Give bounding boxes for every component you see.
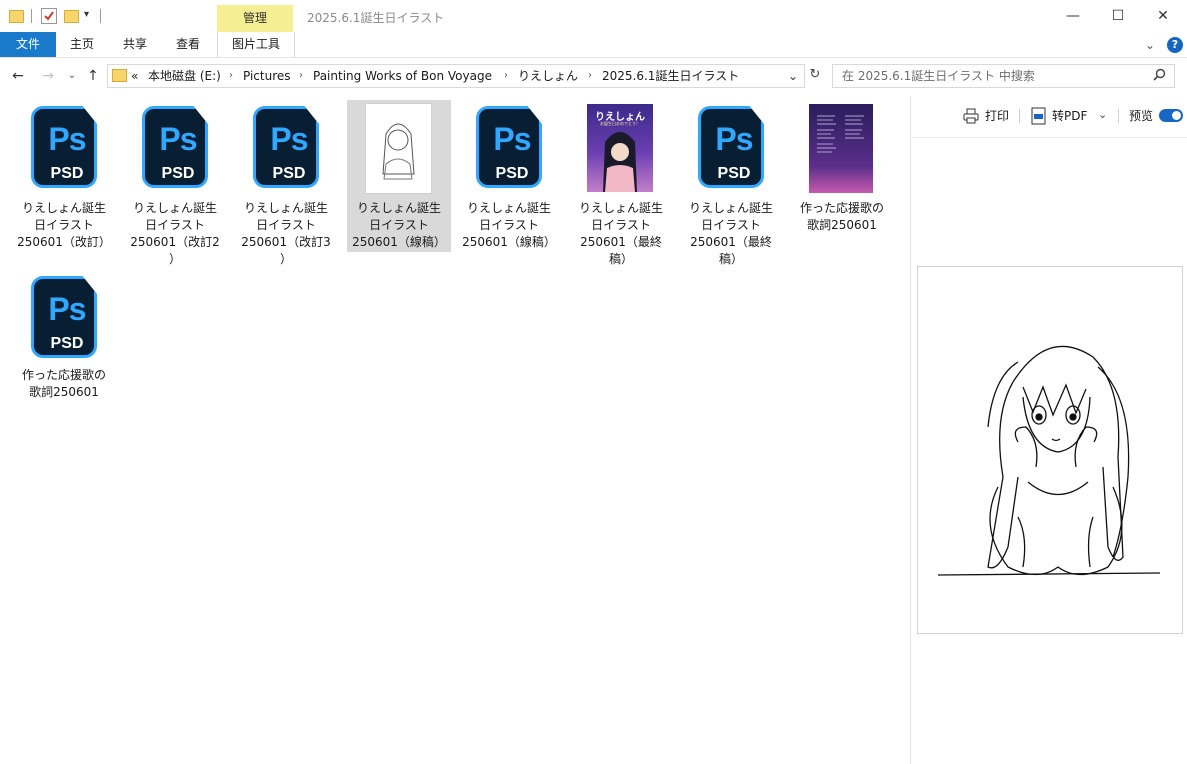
breadcrumb-current-folder[interactable]: 2025.6.1誕生日イラスト <box>602 67 739 85</box>
photoshop-file-icon: Ps PSD <box>253 106 319 188</box>
preview-toolbar-divider <box>912 137 1187 138</box>
minimize-button[interactable]: — <box>1050 0 1096 32</box>
breadcrumb-painting-works[interactable]: Painting Works of Bon Voyage <box>313 67 492 85</box>
pane-divider[interactable] <box>910 96 911 764</box>
photoshop-file-icon: Ps PSD <box>698 106 764 188</box>
file-name: 作った応援歌の 歌詞250601 <box>21 368 106 399</box>
breadcrumb-separator-icon[interactable]: › <box>299 67 303 85</box>
tab-picture-tools[interactable]: 图片工具 <box>217 32 295 57</box>
tab-view[interactable]: 查看 <box>168 32 208 57</box>
breadcrumb-rieshon[interactable]: りえしょん <box>518 67 578 85</box>
context-tab-manage[interactable]: 管理 <box>217 5 293 32</box>
file-item[interactable]: Ps PSD りえしょん誕生 日イラスト 250601（線稿） <box>457 100 561 268</box>
preview-label: 预览 <box>1129 109 1154 123</box>
toolbar-separator <box>100 9 101 23</box>
print-button[interactable]: 打印 <box>985 107 1009 125</box>
breadcrumb-separator-icon[interactable]: › <box>588 67 592 85</box>
customize-quick-access-icon[interactable]: ▾ <box>84 9 89 20</box>
file-item[interactable]: Ps PSD 作った応援歌の 歌詞250601 <box>12 270 116 410</box>
file-item[interactable]: Ps PSD りえしょん誕生 日イラスト 250601（改訂2） <box>123 100 227 268</box>
file-item[interactable]: Ps PSD りえしょん誕生 日イラスト 250601（改訂） <box>12 100 116 268</box>
file-name: りえしょん誕生 日イラスト 250601（最終 稿） <box>578 201 663 266</box>
file-name: りえしょん誕生 日イラスト 250601（線稿） <box>462 201 556 249</box>
breadcrumb-overflow[interactable]: « <box>131 67 138 85</box>
search-placeholder: 在 2025.6.1誕生日イラスト 中搜索 <box>842 69 1035 83</box>
tab-home[interactable]: 主页 <box>62 32 102 57</box>
breadcrumb-separator-icon[interactable]: › <box>229 67 233 85</box>
window-title: 2025.6.1誕生日イラスト <box>307 11 445 25</box>
lineart-thumbnail <box>365 103 432 194</box>
toolbar-separator <box>31 9 32 23</box>
tab-share[interactable]: 共享 <box>115 32 155 57</box>
file-item[interactable]: Ps PSD りえしょん誕生 日イラスト 250601（改訂3） <box>234 100 338 268</box>
file-name: りえしょん誕生 日イラスト 250601（最終 稿） <box>688 201 773 266</box>
tab-file[interactable]: 文件 <box>0 32 56 57</box>
toolbar-separator <box>1118 109 1119 123</box>
photoshop-file-icon: Ps PSD <box>142 106 208 188</box>
search-icon[interactable] <box>1153 68 1166 84</box>
convert-to-pdf-button[interactable]: 转PDF <box>1052 107 1087 125</box>
maximize-button[interactable]: ☐ <box>1095 0 1141 32</box>
forward-arrow-icon[interactable]: → <box>38 66 58 86</box>
toolbar-separator <box>1019 109 1020 123</box>
refresh-icon[interactable]: ↻ <box>806 66 824 84</box>
preview-toggle[interactable] <box>1159 109 1183 122</box>
file-name: 作った応援歌の 歌詞250601 <box>799 201 884 232</box>
illustration-thumbnail: りえしょん お誕生日おめでとう！ <box>587 104 653 192</box>
file-item[interactable]: りえしょん お誕生日おめでとう！ りえしょん誕生 日イラスト 250601（最終 稿） <box>569 100 673 268</box>
breadcrumb-drive[interactable]: 本地磁盘 (E:) <box>148 67 221 85</box>
file-item[interactable]: 作った応援歌の 歌詞250601 <box>790 100 894 268</box>
address-history-chevron-icon[interactable]: ⌄ <box>788 67 798 85</box>
new-folder-icon[interactable] <box>64 10 79 23</box>
folder-icon[interactable] <box>9 10 24 23</box>
photoshop-file-icon: Ps PSD <box>476 106 542 188</box>
properties-icon[interactable] <box>41 8 57 24</box>
file-item[interactable]: Ps PSD りえしょん誕生 日イラスト 250601（最終 稿） <box>679 100 783 268</box>
title-bar <box>0 0 1187 32</box>
pdf-convert-icon[interactable] <box>1031 107 1047 128</box>
recent-locations-chevron-icon[interactable]: ⌄ <box>62 66 82 86</box>
photoshop-file-icon: Ps PSD <box>31 106 97 188</box>
file-item-selected[interactable]: りえしょん誕生 日イラスト 250601（線稿） <box>347 100 451 252</box>
file-name: りえしょん誕生 日イラスト 250601（改訂） <box>17 201 111 249</box>
folder-icon <box>112 69 127 82</box>
breadcrumb-pictures[interactable]: Pictures <box>243 67 291 85</box>
search-input[interactable]: 在 2025.6.1誕生日イラスト 中搜索 <box>832 64 1175 88</box>
breadcrumb-separator-icon[interactable]: › <box>504 67 508 85</box>
expand-ribbon-chevron-icon[interactable]: ⌄ <box>1145 38 1155 52</box>
file-name: りえしょん誕生 日イラスト 250601（改訂2） <box>130 201 220 266</box>
close-button[interactable]: ✕ <box>1140 0 1186 32</box>
preview-image <box>917 266 1183 634</box>
photoshop-file-icon: Ps PSD <box>31 276 97 358</box>
file-name: りえしょん誕生 日イラスト 250601（線稿） <box>352 201 446 249</box>
address-bar[interactable]: « 本地磁盘 (E:) › Pictures › Painting Works … <box>107 64 805 88</box>
up-arrow-icon[interactable]: ↑ <box>83 66 103 86</box>
toggle-knob <box>1172 111 1181 120</box>
file-name: りえしょん誕生 日イラスト 250601（改訂3） <box>241 201 331 266</box>
pdf-options-chevron-icon[interactable]: ⌄ <box>1098 108 1107 121</box>
printer-icon[interactable] <box>963 108 979 127</box>
file-list[interactable]: Ps PSD りえしょん誕生 日イラスト 250601（改訂） Ps PSD りえし… <box>0 96 910 764</box>
lyrics-thumbnail <box>809 104 873 193</box>
back-arrow-icon[interactable]: ← <box>8 66 28 86</box>
help-icon[interactable]: ? <box>1167 37 1183 53</box>
